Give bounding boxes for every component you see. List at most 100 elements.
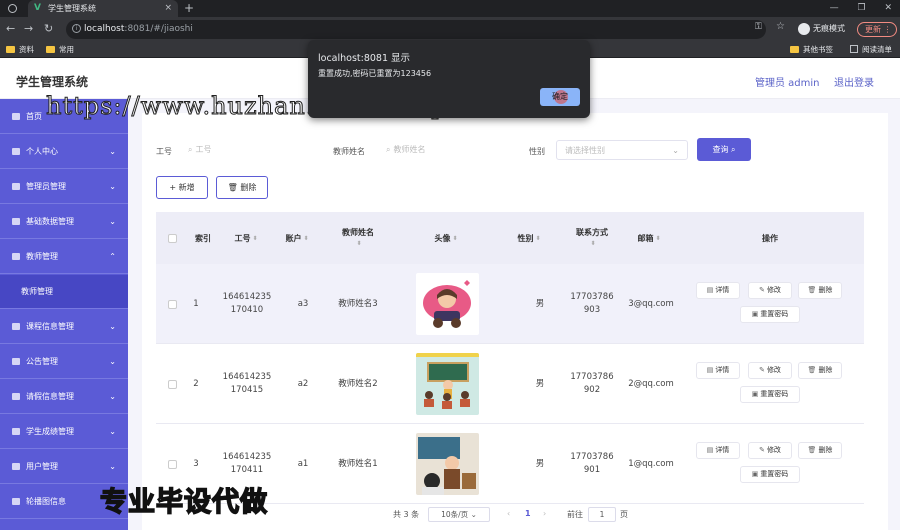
url-path: :8081/#/jiaoshi	[124, 24, 193, 34]
chevron-down-icon: ⌄	[109, 462, 116, 471]
cell-email: 2@qq.com	[628, 378, 674, 389]
grid-icon	[12, 218, 20, 225]
sidebar-item-users[interactable]: 用户管理 ⌄	[0, 449, 128, 484]
dialog-title: localhost:8081 显示	[318, 53, 411, 64]
col-avatar[interactable]: 头像 ⬍	[394, 212, 498, 264]
cell-phone: 17703786902	[570, 372, 614, 395]
cell-account: a1	[297, 458, 309, 469]
incognito-indicator[interactable]: 无痕模式	[798, 22, 845, 36]
tab-close-icon[interactable]: ×	[164, 0, 172, 17]
detail-button[interactable]: ▤ 详情	[696, 442, 740, 459]
goto-page-input[interactable]: 1	[588, 507, 616, 522]
page-size-select[interactable]: 10条/页 ⌄	[428, 507, 490, 522]
bookmark-folder-changyong[interactable]: 常用	[46, 42, 74, 57]
bookmark-star-icon[interactable]: ☆	[776, 21, 785, 32]
next-page-icon[interactable]: ›	[543, 509, 546, 518]
sort-icon[interactable]: ⬍	[303, 233, 308, 244]
dialog-ok-button[interactable]: 确定	[540, 88, 580, 106]
site-info-icon[interactable]: i	[72, 24, 81, 33]
edit-button[interactable]: ✎ 修改	[748, 442, 792, 459]
trash-icon: 🗑	[807, 286, 817, 294]
sort-icon[interactable]: ⬍	[452, 233, 457, 244]
incognito-label: 无痕模式	[813, 24, 845, 33]
sort-icon[interactable]: ⬍	[590, 238, 595, 249]
cell-account: a2	[297, 378, 309, 389]
browser-tab[interactable]: V 学生管理系统 ×	[28, 0, 178, 17]
chevron-down-icon: ⌄	[109, 182, 116, 191]
row-checkbox[interactable]	[168, 380, 177, 389]
col-phone[interactable]: 联系方式 ⬍	[566, 212, 618, 264]
back-icon[interactable]: ←	[6, 21, 15, 37]
sex-select[interactable]: 请选择性别 ⌄	[556, 140, 688, 160]
gonghao-input[interactable]: ⌕ 工号	[180, 140, 320, 160]
row-checkbox[interactable]	[168, 460, 177, 469]
maximize-icon[interactable]: ❐	[858, 3, 866, 13]
sidebar-item-grades[interactable]: 学生成绩管理 ⌄	[0, 414, 128, 449]
delete-button[interactable]: 🗑 删除	[798, 442, 842, 459]
sidebar-item-teachers[interactable]: 教师管理 ⌃	[0, 239, 128, 274]
address-bar[interactable]: i localhost:8081/#/jiaoshi	[66, 20, 766, 39]
teacher-name-input[interactable]: ⌕ 教师姓名	[378, 140, 518, 160]
delete-button[interactable]: 🗑 删除	[798, 362, 842, 379]
gonghao-label: 工号	[156, 147, 172, 156]
logout-link[interactable]: 退出登录	[834, 74, 874, 89]
row-checkbox[interactable]	[168, 300, 177, 309]
forward-icon[interactable]: →	[24, 21, 33, 37]
sidebar-item-profile[interactable]: 个人中心 ⌄	[0, 134, 128, 169]
chevron-down-icon: ⌄	[109, 322, 116, 331]
cell-sex: 男	[535, 298, 545, 309]
detail-button[interactable]: ▤ 详情	[696, 282, 740, 299]
reset-password-button[interactable]: ▣ 重置密码	[740, 306, 800, 323]
reset-password-button[interactable]: ▣ 重置密码	[740, 466, 800, 483]
home-icon	[12, 113, 20, 120]
sidebar-item-courses[interactable]: 课程信息管理 ⌄	[0, 309, 128, 344]
close-window-icon[interactable]: ✕	[884, 3, 892, 13]
delete-button[interactable]: 🗑 删除	[798, 282, 842, 299]
col-name[interactable]: 教师姓名 ⬍	[322, 212, 394, 264]
reset-icon: ▣	[751, 470, 759, 478]
edit-button[interactable]: ✎ 修改	[748, 362, 792, 379]
edit-button[interactable]: ✎ 修改	[748, 282, 792, 299]
teacher-icon	[12, 253, 20, 260]
col-sex[interactable]: 性别 ⬍	[514, 212, 544, 264]
update-button[interactable]: 更新 ⋮	[857, 22, 897, 37]
sort-icon[interactable]: ⬍	[252, 233, 257, 244]
select-all-checkbox[interactable]	[168, 234, 177, 243]
new-tab-button[interactable]: +	[184, 0, 194, 16]
col-email[interactable]: 邮箱 ⬍	[624, 212, 674, 264]
sort-icon[interactable]: ⬍	[535, 233, 540, 244]
cell-account: a3	[297, 298, 309, 309]
reading-list[interactable]: 阅读清单	[850, 42, 892, 57]
bookmark-folder-ziliao[interactable]: 资料	[6, 42, 34, 57]
page-number-current[interactable]: 1	[525, 509, 531, 518]
search-icon: ⌕	[731, 145, 736, 154]
sidebar-item-basic-data[interactable]: 基础数据管理 ⌄	[0, 204, 128, 239]
batch-delete-button[interactable]: 🗑 删除	[216, 176, 268, 199]
sidebar-item-notices[interactable]: 公告管理 ⌄	[0, 344, 128, 379]
bookmark-folder-other[interactable]: 其他书签	[790, 42, 833, 57]
sidebar-subitem-teacher-management[interactable]: 教师管理	[0, 275, 128, 309]
chevron-down-icon: ⌄	[109, 147, 116, 156]
sidebar-item-admins[interactable]: 管理员管理 ⌄	[0, 169, 128, 204]
col-gonghao[interactable]: 工号 ⬍	[220, 212, 272, 264]
update-label: 更新	[865, 25, 881, 34]
teacher-avatar-image	[416, 433, 479, 495]
sort-icon[interactable]: ⬍	[655, 233, 660, 244]
globe-icon	[8, 4, 17, 13]
reset-password-button[interactable]: ▣ 重置密码	[740, 386, 800, 403]
add-button[interactable]: + 新增	[156, 176, 208, 199]
reload-icon[interactable]: ↻	[44, 21, 53, 37]
sort-icon[interactable]: ⬍	[356, 238, 361, 249]
users-icon	[12, 463, 20, 470]
minimize-icon[interactable]: —	[830, 3, 839, 13]
query-button[interactable]: 查询 ⌕	[697, 138, 751, 161]
key-icon[interactable]: ⚿	[755, 22, 762, 32]
prev-page-icon[interactable]: ‹	[507, 509, 510, 518]
detail-icon: ▤	[706, 286, 714, 294]
detail-button[interactable]: ▤ 详情	[696, 362, 740, 379]
table-row: 1 164614235170410 a3 教师姓名3 男 17703786903…	[156, 264, 864, 344]
col-account[interactable]: 账户 ⬍	[272, 212, 322, 264]
edit-icon: ✎	[759, 366, 765, 374]
page-unit-label: 页	[620, 510, 628, 519]
sidebar-item-leave[interactable]: 请假信息管理 ⌄	[0, 379, 128, 414]
